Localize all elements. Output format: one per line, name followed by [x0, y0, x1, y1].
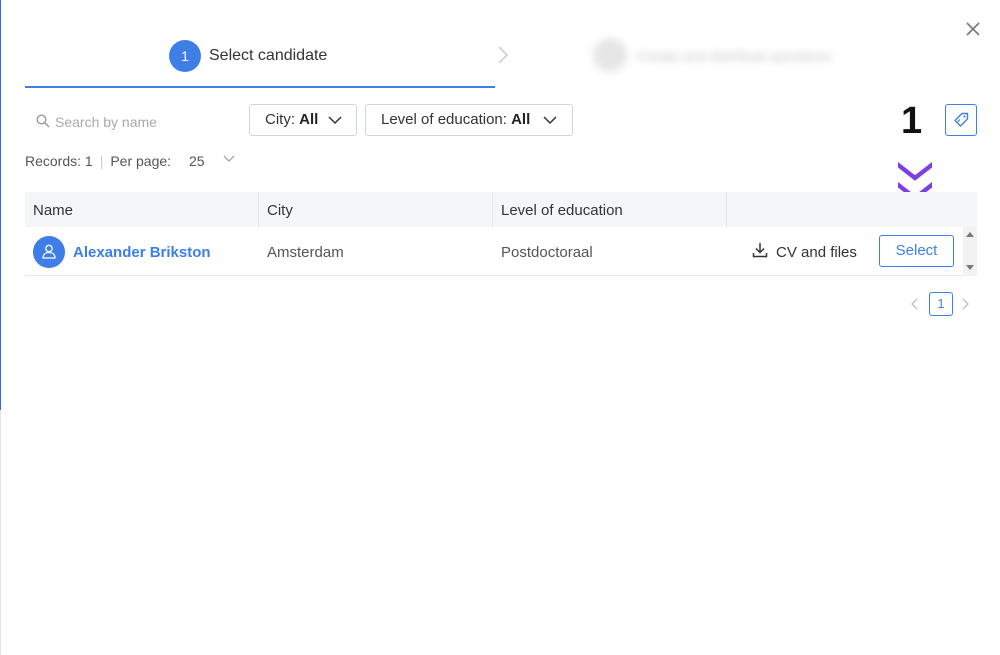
step-number: 1 [169, 40, 201, 72]
chevron-down-icon [328, 116, 342, 125]
page-button-current[interactable]: 1 [929, 292, 953, 316]
divider: | [99, 153, 104, 169]
education-filter-value: All [511, 111, 531, 128]
column-header-name: Name [25, 192, 259, 227]
candidate-name-link[interactable]: Alexander Brikston [73, 244, 211, 261]
step-number [593, 38, 627, 72]
step-label: Create and distribute questions [637, 48, 831, 64]
cv-and-files-label: CV and files [776, 244, 857, 261]
city-filter-label: City: [265, 111, 300, 128]
search-box[interactable] [36, 112, 226, 132]
scroll-down-icon[interactable] [966, 265, 974, 271]
records-count: Records: 1 [25, 153, 93, 169]
education-filter-dropdown[interactable]: Level of education: All [365, 104, 573, 136]
per-page-select[interactable]: 25 [189, 153, 205, 169]
chevron-down-icon [543, 116, 557, 125]
column-header-education: Level of education [493, 192, 727, 227]
annotation-number: 1 [901, 100, 923, 142]
tag-icon [954, 112, 969, 127]
column-header-city: City [259, 192, 493, 227]
table-row: Alexander Brikston Amsterdam Postdoctora… [25, 227, 977, 276]
candidate-education: Postdoctoraal [501, 244, 593, 261]
chevron-down-icon[interactable] [223, 154, 235, 164]
avatar [33, 236, 65, 268]
pagination: 1 [910, 292, 977, 316]
chevron-right-icon [495, 44, 513, 66]
scroll-up-icon[interactable] [966, 231, 974, 237]
column-header-actions [727, 192, 977, 227]
search-icon [36, 114, 50, 128]
download-icon [752, 243, 768, 258]
chevron-left-icon[interactable] [910, 298, 920, 310]
city-filter-value: All [299, 111, 319, 128]
step-label: Select candidate [209, 47, 328, 64]
step-create-questions: Create and distribute questions [593, 36, 883, 76]
select-candidate-button[interactable]: Select [879, 235, 954, 267]
records-info: Records: 1 | Per page: [25, 153, 171, 169]
table-header: Name City Level of education [25, 192, 977, 227]
background-edge-lower [0, 410, 1, 655]
education-filter-label: Level of education: [381, 111, 512, 128]
table-scrollbar[interactable] [963, 227, 977, 276]
per-page-label: Per page: [110, 153, 172, 169]
wizard-steps: 1 Select candidate Create and distribute… [25, 36, 975, 88]
user-icon [42, 244, 56, 259]
city-filter-dropdown[interactable]: City: All [249, 104, 357, 136]
step-select-candidate[interactable]: 1 Select candidate [25, 36, 495, 88]
chevron-right-icon[interactable] [960, 298, 970, 310]
background-edge [0, 0, 1, 410]
candidate-city: Amsterdam [267, 244, 344, 261]
search-input[interactable] [55, 112, 225, 132]
tags-button[interactable] [945, 104, 977, 136]
